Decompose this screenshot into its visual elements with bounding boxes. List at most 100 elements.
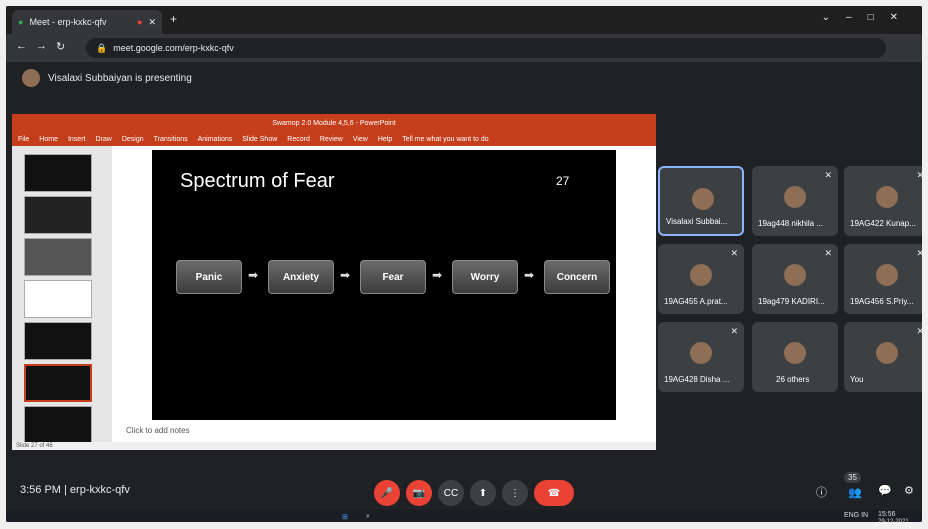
slide-thumb[interactable]: [24, 154, 92, 192]
participant-name: 19AG428 Disha ...: [664, 375, 730, 384]
participant-tile[interactable]: ✕ 19AG456 S.Priy...: [844, 244, 922, 314]
back-icon[interactable]: ←: [16, 40, 27, 52]
slide-thumbnails[interactable]: [12, 146, 112, 444]
current-slide: Spectrum of Fear 27 Panic ➡ Anxiety ➡ Fe…: [152, 150, 616, 420]
participant-name: 19AG456 S.Priy...: [850, 297, 914, 306]
meet-icon: ●: [18, 17, 24, 27]
arrow-icon: ➡: [340, 268, 351, 282]
participant-name: 19ag448 nikhila ...: [758, 219, 823, 228]
menu-review[interactable]: Review: [320, 136, 343, 143]
search-icon[interactable]: ⌕: [366, 513, 370, 521]
avatar: [690, 264, 712, 286]
participant-tile[interactable]: ✕ 19AG455 A.prat...: [658, 244, 744, 314]
slide-title: Spectrum of Fear: [180, 170, 335, 192]
present-button[interactable]: ⬆: [470, 480, 496, 506]
avatar: [784, 264, 806, 286]
presenter-avatar: [22, 69, 40, 87]
step-panic: Panic: [176, 260, 242, 294]
windows-taskbar: ⊞ ⌕ ENG IN 15:56 29-12-2021: [6, 510, 922, 522]
slide-thumb[interactable]: [24, 406, 92, 444]
menu-transitions[interactable]: Transitions: [154, 136, 188, 143]
participant-count: 35: [844, 472, 861, 483]
url-field[interactable]: 🔒 meet.google.com/erp-kxkc-qfv: [86, 38, 886, 58]
close-tab-icon[interactable]: ✕: [148, 17, 156, 28]
avatar: [784, 186, 806, 208]
captions-button[interactable]: CC: [438, 480, 464, 506]
menu-view[interactable]: View: [353, 136, 368, 143]
avatar: [690, 342, 712, 364]
participant-tile[interactable]: ✕ 19AG428 Disha ...: [658, 322, 744, 392]
notes-field[interactable]: Click to add notes: [126, 426, 190, 435]
ppt-statusbar: Slide 27 of 46: [12, 442, 656, 450]
mic-button[interactable]: 🎤: [374, 480, 400, 506]
participant-name: 26 others: [776, 375, 810, 384]
menu-home[interactable]: Home: [39, 136, 58, 143]
self-tile[interactable]: ✕ You: [844, 322, 922, 392]
menu-draw[interactable]: Draw: [95, 136, 111, 143]
recording-icon: ●: [137, 17, 143, 27]
participant-name: You: [850, 375, 864, 384]
mic-off-icon: ✕: [916, 170, 922, 180]
avatar: [876, 264, 898, 286]
mic-off-icon: ✕: [916, 326, 922, 336]
step-fear: Fear: [360, 260, 426, 294]
slide-number: 27: [556, 174, 570, 188]
step-concern: Concern: [544, 260, 610, 294]
slide-thumb-selected[interactable]: [24, 364, 92, 402]
others-tile[interactable]: 26 others: [752, 322, 838, 392]
activities-icon[interactable]: ⚙: [904, 484, 914, 497]
shared-powerpoint: Swamop 2.0 Module 4,5,6 - PowerPoint Fil…: [12, 114, 656, 450]
slide-thumb[interactable]: [24, 196, 92, 234]
presenting-text: Visalaxi Subbaiyan is presenting: [48, 72, 192, 84]
meet-controls: 3:56 PM | erp-kxkc-qfv 🎤 📷 CC ⬆ ⋮ ☎ ⓘ 35…: [6, 470, 922, 510]
participant-tile[interactable]: ✕ 19AG422 Kunap...: [844, 166, 922, 236]
new-tab-button[interactable]: +: [170, 12, 177, 26]
camera-button[interactable]: 📷: [406, 480, 432, 506]
lock-icon: 🔒: [96, 42, 108, 53]
arrow-icon: ➡: [248, 268, 259, 282]
slide-thumb[interactable]: [24, 280, 92, 318]
window-controls[interactable]: ⌄–□✕: [822, 12, 914, 23]
language-indicator: ENG IN: [844, 512, 869, 519]
mic-off-icon: ✕: [824, 170, 832, 180]
slide-thumb[interactable]: [24, 322, 92, 360]
arrow-icon: ➡: [524, 268, 535, 282]
step-worry: Worry: [452, 260, 518, 294]
browser-window: ● Meet - erp-kxkc-qfv ● ✕ + ⌄–□✕ ← → ↻ 🔒…: [6, 6, 922, 522]
people-icon[interactable]: 👥: [848, 486, 862, 499]
forward-icon[interactable]: →: [36, 40, 47, 52]
ppt-title: Swamop 2.0 Module 4,5,6 - PowerPoint: [12, 114, 656, 132]
clock-time: 15:56: [878, 511, 896, 518]
menu-insert[interactable]: Insert: [68, 136, 86, 143]
info-icon[interactable]: ⓘ: [816, 484, 827, 500]
participant-tile[interactable]: ✕ 19ag479 KADIRI...: [752, 244, 838, 314]
menu-file[interactable]: File: [18, 136, 29, 143]
avatar: [784, 342, 806, 364]
chat-icon[interactable]: 💬: [878, 484, 892, 497]
avatar: [876, 186, 898, 208]
meeting-info: 3:56 PM | erp-kxkc-qfv: [20, 484, 130, 496]
ppt-ribbon: File Home Insert Draw Design Transitions…: [12, 132, 656, 146]
arrow-icon: ➡: [432, 268, 443, 282]
mic-off-icon: ✕: [916, 248, 922, 258]
meet-tab[interactable]: ● Meet - erp-kxkc-qfv ● ✕: [12, 10, 162, 34]
menu-design[interactable]: Design: [122, 136, 144, 143]
leave-call-button[interactable]: ☎: [534, 480, 574, 506]
menu-slideshow[interactable]: Slide Show: [242, 136, 277, 143]
presenting-banner: Visalaxi Subbaiyan is presenting: [6, 62, 922, 94]
tab-title: Meet - erp-kxkc-qfv: [29, 17, 107, 27]
windows-icon[interactable]: ⊞: [342, 513, 348, 521]
participant-tile[interactable]: Visalaxi Subbai...: [658, 166, 744, 236]
more-button[interactable]: ⋮: [502, 480, 528, 506]
participant-name: Visalaxi Subbai...: [666, 217, 728, 226]
participant-tile[interactable]: ✕ 19ag448 nikhila ...: [752, 166, 838, 236]
participant-name: 19AG422 Kunap...: [850, 219, 916, 228]
menu-animations[interactable]: Animations: [198, 136, 233, 143]
menu-record[interactable]: Record: [287, 136, 310, 143]
slide-thumb[interactable]: [24, 238, 92, 276]
mic-off-icon: ✕: [730, 326, 738, 336]
menu-help[interactable]: Help: [378, 136, 392, 143]
reload-icon[interactable]: ↻: [56, 40, 65, 53]
mic-off-icon: ✕: [824, 248, 832, 258]
menu-search[interactable]: Tell me what you want to do: [402, 136, 488, 143]
